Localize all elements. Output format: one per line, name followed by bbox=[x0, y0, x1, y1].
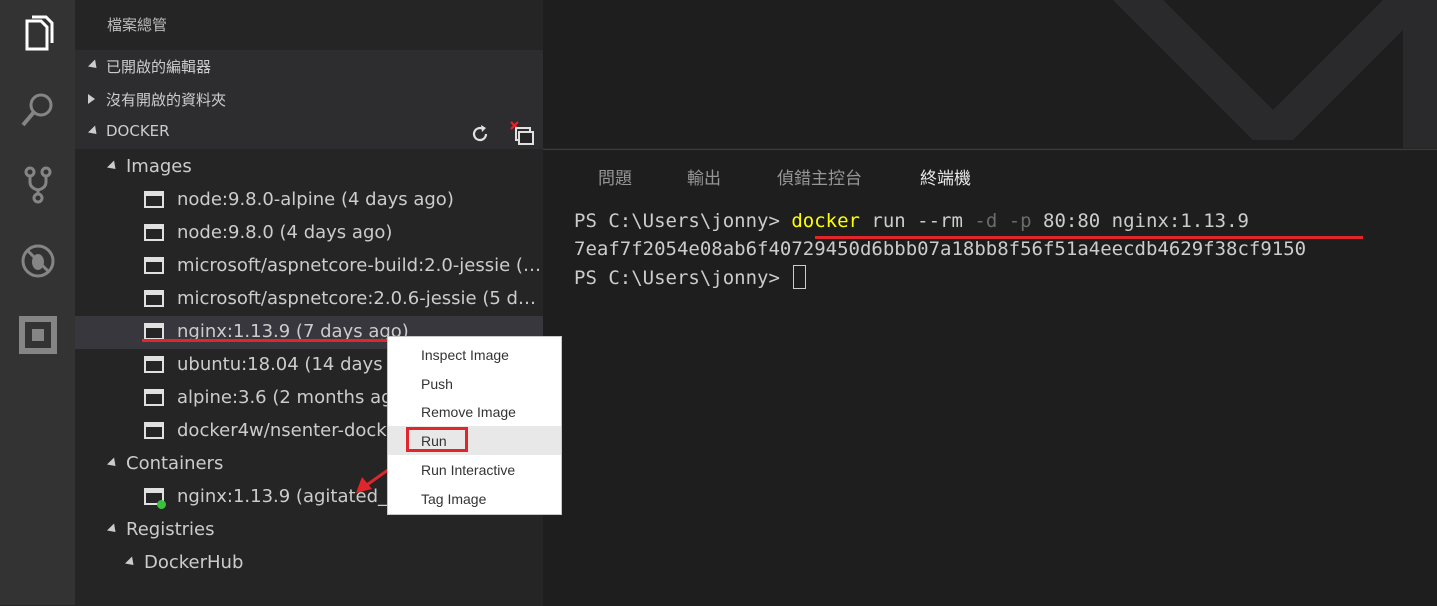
tree-group-images[interactable]: Images bbox=[75, 151, 543, 184]
tab-problems[interactable]: 問題 bbox=[598, 164, 632, 189]
image-icon bbox=[144, 323, 164, 340]
editor-area bbox=[543, 0, 1437, 148]
docker-extension-icon[interactable] bbox=[19, 316, 57, 354]
context-menu: Inspect Image Push Remove Image Run Run … bbox=[387, 336, 562, 515]
prune-icon[interactable] bbox=[508, 120, 536, 146]
chevron-right-icon bbox=[88, 94, 95, 104]
image-item[interactable]: microsoft/aspnetcore:2.0.6-jessie (5 day… bbox=[75, 283, 543, 316]
terminal-flag: -p bbox=[1008, 210, 1032, 232]
chevron-down-icon bbox=[106, 457, 120, 470]
section-open-editors[interactable]: 已開啟的編輯器 bbox=[75, 50, 543, 83]
activity-bar bbox=[0, 0, 75, 605]
vscode-watermark-icon bbox=[1113, 0, 1437, 148]
registry-label: DockerHub bbox=[144, 552, 244, 573]
tab-output[interactable]: 輸出 bbox=[687, 164, 721, 189]
terminal-prompt: PS C:\Users\jonny> bbox=[574, 210, 792, 232]
terminal-line-command[interactable]: PS C:\Users\jonny> docker run --rm -d -p… bbox=[574, 210, 1249, 232]
files-icon[interactable] bbox=[19, 15, 57, 53]
chevron-down-icon bbox=[106, 523, 120, 536]
chevron-down-icon bbox=[124, 556, 138, 569]
image-icon bbox=[144, 191, 164, 208]
annotation-underline bbox=[142, 339, 388, 342]
terminal-line-prompt[interactable]: PS C:\Users\jonny> bbox=[574, 265, 807, 289]
tree-group-label: Registries bbox=[126, 519, 215, 540]
chevron-down-icon bbox=[106, 160, 120, 173]
terminal-cursor bbox=[793, 265, 807, 289]
section-label: 已開啟的編輯器 bbox=[106, 58, 212, 76]
tab-debug-console[interactable]: 偵錯主控台 bbox=[777, 164, 862, 189]
menu-item-inspect-image[interactable]: Inspect Image bbox=[388, 340, 561, 369]
section-docker[interactable]: DOCKER bbox=[75, 116, 543, 149]
image-item[interactable]: node:9.8.0 (4 days ago) bbox=[75, 217, 543, 250]
image-item[interactable]: node:9.8.0-alpine (4 days ago) bbox=[75, 184, 543, 217]
image-icon bbox=[144, 356, 164, 373]
bottom-panel: 問題 輸出 偵錯主控台 終端機 PS C:\Users\jonny> docke… bbox=[543, 149, 1437, 606]
terminal-text: run --rm bbox=[859, 210, 975, 232]
image-label: microsoft/aspnetcore-build:2.0-jessie (5… bbox=[177, 255, 543, 276]
menu-item-run-interactive[interactable]: Run Interactive bbox=[388, 455, 561, 484]
image-icon bbox=[144, 422, 164, 439]
registry-item[interactable]: DockerHub bbox=[75, 547, 543, 580]
image-label: microsoft/aspnetcore:2.0.6-jessie (5 day… bbox=[177, 288, 543, 309]
menu-item-remove-image[interactable]: Remove Image bbox=[388, 397, 561, 426]
menu-item-tag-image[interactable]: Tag Image bbox=[388, 484, 561, 513]
source-control-icon[interactable] bbox=[19, 166, 57, 204]
search-icon[interactable] bbox=[19, 91, 57, 129]
sidebar-title: 檔案總管 bbox=[107, 16, 168, 34]
section-label: DOCKER bbox=[106, 122, 170, 140]
image-icon bbox=[144, 290, 164, 307]
image-icon bbox=[144, 224, 164, 241]
image-icon bbox=[144, 389, 164, 406]
tree-group-label: Containers bbox=[126, 453, 224, 474]
terminal-prompt: PS C:\Users\jonny> bbox=[574, 267, 792, 289]
tree-group-registries[interactable]: Registries bbox=[75, 514, 543, 547]
terminal-text: 80:80 nginx:1.13.9 bbox=[1031, 210, 1249, 232]
refresh-icon[interactable] bbox=[469, 123, 491, 145]
chevron-down-icon bbox=[87, 125, 101, 138]
image-label: node:9.8.0-alpine (4 days ago) bbox=[177, 189, 454, 210]
image-item[interactable]: microsoft/aspnetcore-build:2.0-jessie (5… bbox=[75, 250, 543, 283]
menu-item-push[interactable]: Push bbox=[388, 369, 561, 398]
running-status-icon bbox=[157, 500, 166, 509]
annotation-highlight-box bbox=[406, 427, 468, 452]
terminal-keyword: docker bbox=[791, 210, 860, 232]
section-label: 沒有開啟的資料夾 bbox=[106, 91, 227, 109]
tab-terminal[interactable]: 終端機 bbox=[920, 164, 971, 189]
image-icon bbox=[144, 257, 164, 274]
tree-group-label: Images bbox=[126, 156, 192, 177]
terminal-flag: -d bbox=[974, 210, 998, 232]
chevron-down-icon bbox=[87, 59, 101, 72]
terminal-line-output: 7eaf7f2054e08ab6f40729450d6bbb07a18bb8f5… bbox=[574, 238, 1307, 260]
section-no-folder[interactable]: 沒有開啟的資料夾 bbox=[75, 83, 543, 116]
debug-icon[interactable] bbox=[19, 242, 57, 280]
image-label: node:9.8.0 (4 days ago) bbox=[177, 222, 393, 243]
